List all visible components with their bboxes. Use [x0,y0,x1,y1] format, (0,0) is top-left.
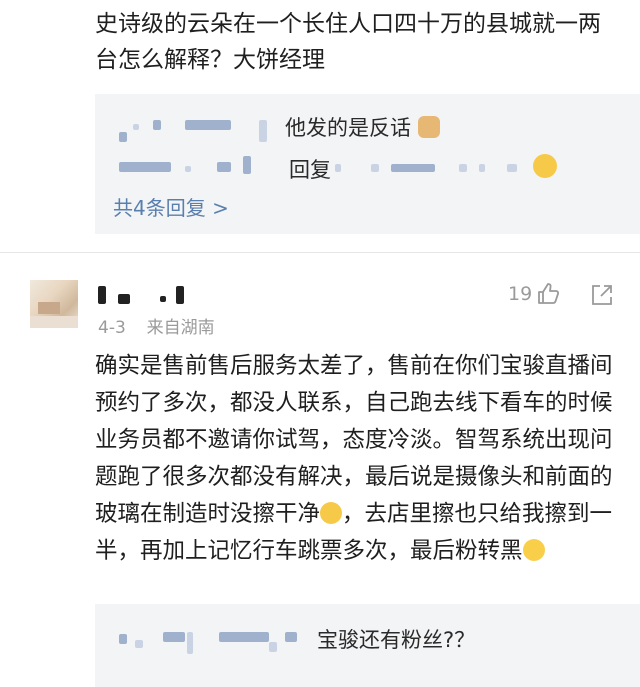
blurred-mention [459,164,467,172]
like-count: 19 [508,283,533,305]
blurred-username [135,640,143,648]
more-replies-link[interactable]: 共4条回复 > [113,192,229,221]
avatar[interactable] [30,280,78,328]
blurred-username [217,162,231,172]
blurred-mention [371,164,379,172]
blurred-username [187,632,193,654]
blurred-username [153,120,161,130]
reply-item[interactable]: 回复 [289,154,331,184]
like-button[interactable]: 19 [508,282,560,306]
divider [0,252,640,253]
blurred-username [259,120,267,142]
laugh-cry-emoji-icon [320,502,343,524]
comment-location: 来自湖南 [146,318,215,338]
reply-text: 他发的是反话 [285,116,411,140]
reply-preview-box[interactable]: 他发的是反话 回复 共4条回复 > [95,94,640,234]
blurred-username [269,642,277,652]
blurred-username [119,634,127,644]
comment-meta: 4-3 来自湖南 [98,313,215,338]
comment-body: 确实是售前售后服务太差了，售前在你们宝骏直播间预约了多次，都没人联系，自己跑去线… [95,348,615,570]
thumbs-up-icon [538,283,560,304]
blurred-mention [391,164,435,172]
blurred-username[interactable] [176,286,184,304]
post-text: 史诗级的云朵在一个长住人口四十万的县城就一两台怎么解释？大饼经理 [95,11,601,73]
blurred-username [119,132,127,142]
blurred-username [219,632,269,642]
doge-emoji-icon [417,116,440,138]
blurred-mention [507,164,517,172]
share-icon[interactable] [590,283,614,307]
laugh-emoji-icon [533,154,557,178]
blurred-username [185,120,231,130]
blurred-mention [335,164,341,172]
blurred-username [163,632,185,642]
comment-date: 4-3 [98,318,126,338]
blurred-mention [479,164,485,172]
reply-preview-box[interactable]: 宝骏还有粉丝?？ [95,604,640,687]
reply-item[interactable]: 宝骏还有粉丝?？ [317,624,475,654]
blurred-username[interactable] [160,296,166,302]
blurred-username [119,162,171,172]
blurred-username [133,124,139,130]
blurred-username [285,632,297,642]
shush-emoji-icon [522,539,545,561]
blurred-username [185,166,191,172]
reply-item[interactable]: 他发的是反话 [285,112,440,142]
blurred-username [243,156,251,174]
reply-prefix: 回复 [289,158,331,182]
blurred-username[interactable] [98,286,106,304]
blurred-username[interactable] [118,294,130,304]
reply-text: 宝骏还有粉丝?？ [317,628,476,652]
